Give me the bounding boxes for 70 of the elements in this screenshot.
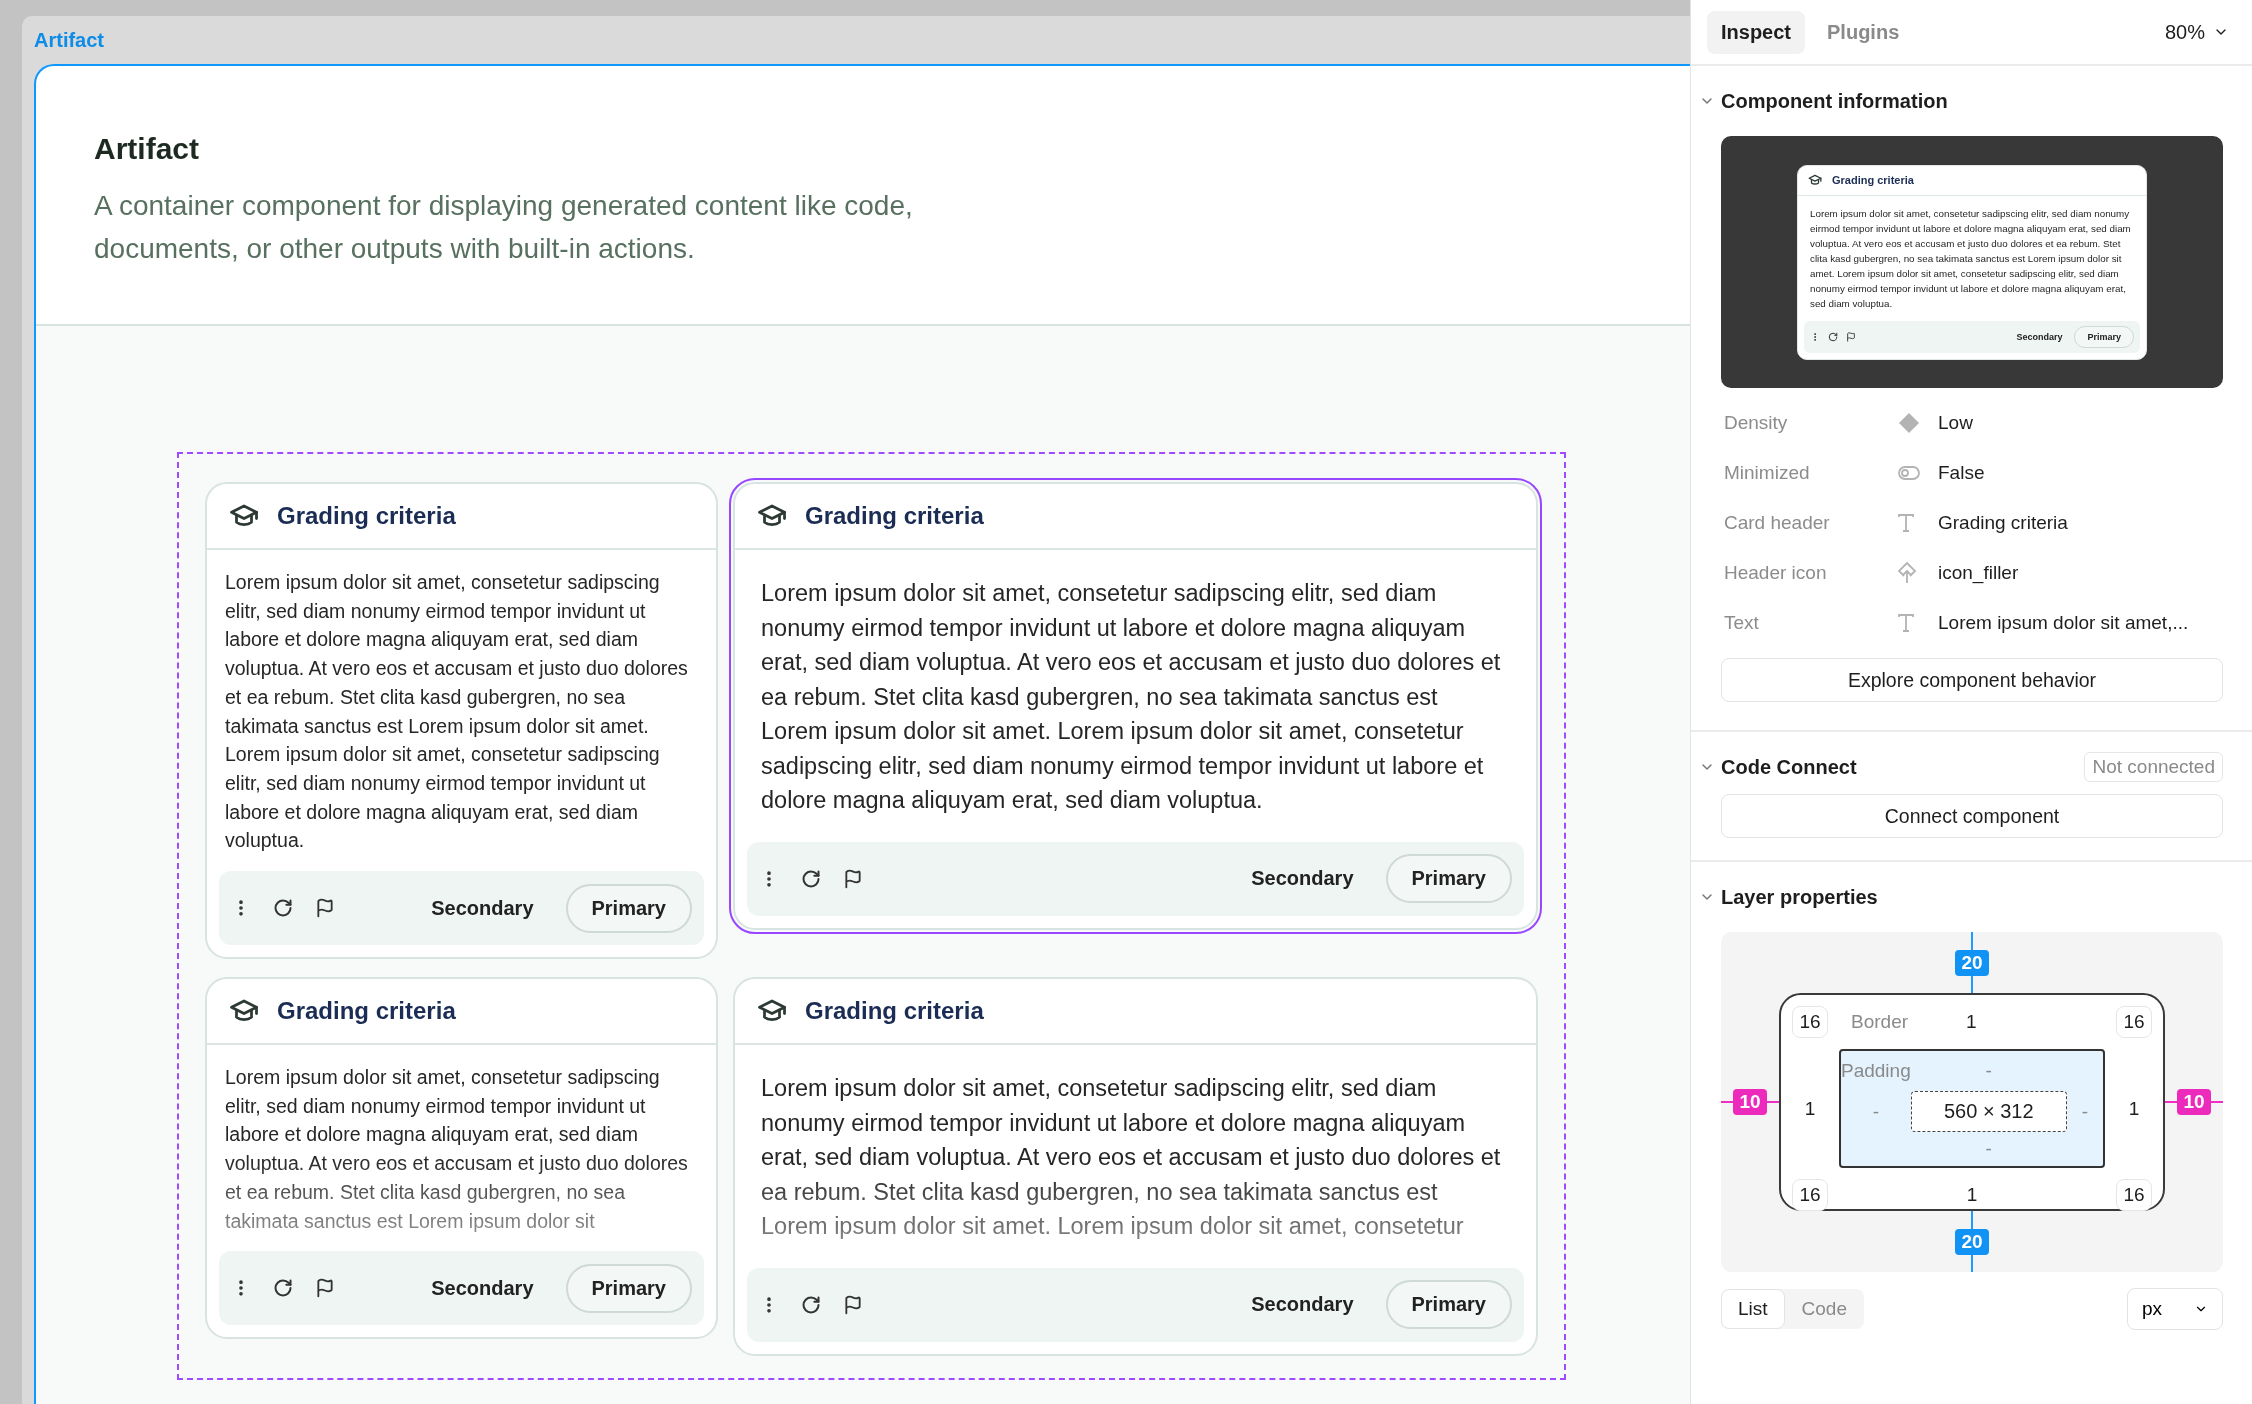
card-text: Lorem ipsum dolor sit amet, consetetur sadipscing elitr, sed diam nonumy eirmod tempor invidunt ut labore et dolore magna aliquyam erat, sed diam voluptua. At vero eos et accusam et justo duo dolores et ea rebum. Stet clita kasd gubergren, no sea takimata sanctus est Lorem ipsum dolor sit amet. Lorem ipsum dolor sit amet, consetetur sadipscing elitr, sed diam nonumy eirmod tempor invidunt ut labore et dolore magna aliquyam erat, sed diam voluptua. [760, 579, 1502, 815]
secondary-button[interactable]: Secondary [1241, 867, 1364, 890]
property-label: Minimized [1724, 462, 1811, 484]
size-value[interactable]: 560 × 312 [1910, 1091, 2067, 1132]
property-value[interactable]: Grading criteria [1938, 512, 2068, 534]
property-label: Text [1724, 612, 1760, 634]
flag-icon[interactable] [315, 898, 335, 919]
view-toggle[interactable]: List [1721, 1289, 1785, 1329]
card-text: Lorem ipsum dolor sit amet, consetetur sadipscing elitr, sed diam nonumy eirmod tempor invidunt ut labore et dolore magna aliquyam erat, sed diam voluptua. At vero eos et accusam et justo duo dolores et ea rebum. Stet clita kasd gubergren, no sea takimata sanctus est Lorem ipsum dolor sit amet. Lorem ipsum dolor sit amet, consetetur [760, 1074, 1502, 1242]
card-title: Grading criteria [277, 502, 456, 530]
text-icon [1898, 614, 1914, 632]
border-value[interactable]: 1 [1804, 1097, 1816, 1120]
property-value[interactable]: Low [1938, 412, 1973, 434]
card-title: Grading criteria [805, 997, 984, 1026]
page-title: Artifact [94, 132, 200, 166]
zoom-select[interactable]: 80% [2156, 20, 2237, 44]
status-badge: Not connected [2084, 752, 2223, 782]
card-title: Grading criteria [805, 502, 984, 530]
connect-button[interactable]: Connect component [1721, 794, 2223, 838]
radius-value[interactable]: 16 [2116, 1006, 2152, 1038]
radius-value[interactable]: 16 [2116, 1179, 2152, 1211]
primary-button[interactable]: Primary [1385, 854, 1512, 903]
border-value[interactable]: 1 [1966, 1011, 1977, 1033]
border-label: Border [1851, 1011, 1909, 1033]
refresh-icon[interactable] [801, 868, 821, 889]
property-label: Density [1724, 412, 1789, 434]
secondary-button[interactable]: Secondary [421, 1276, 544, 1300]
page-description: A container component for displaying generated content like code, documents, or other outputs with built-in actions. [94, 189, 914, 266]
refresh-icon[interactable] [273, 898, 293, 919]
flag-icon[interactable] [1846, 331, 1856, 342]
primary-button[interactable]: Primary [1385, 1280, 1512, 1330]
flag-icon[interactable] [315, 1278, 335, 1299]
padding-label: Padding [1841, 1060, 1911, 1082]
property-label: Card header [1724, 512, 1831, 534]
toggle-icon [1898, 466, 1920, 480]
secondary-button[interactable]: Secondary [1241, 1293, 1364, 1317]
panel-tab[interactable]: Inspect [1707, 10, 1806, 54]
text-icon [1898, 514, 1914, 532]
primary-button[interactable]: Primary [565, 883, 692, 933]
primary-button[interactable]: Primary [565, 1263, 692, 1313]
diamond-icon [1898, 412, 1920, 434]
secondary-button[interactable]: Secondary [2012, 331, 2067, 342]
radius-value[interactable]: 16 [1792, 1179, 1828, 1211]
border-value[interactable]: 1 [1966, 1184, 1978, 1206]
radius-value[interactable]: 16 [1792, 1006, 1828, 1038]
primary-button[interactable]: Primary [2074, 325, 2134, 348]
refresh-icon[interactable] [1828, 331, 1838, 342]
flag-icon[interactable] [843, 868, 863, 889]
section-title: Code Connect [1721, 755, 1857, 779]
property-label: Header icon [1724, 562, 1828, 584]
section-title: Component information [1721, 89, 1948, 113]
card-title: Grading criteria [277, 997, 456, 1026]
property-value[interactable]: False [1938, 462, 1985, 484]
border-value[interactable]: 1 [2128, 1097, 2140, 1120]
card-title: Grading criteria [1832, 174, 1914, 186]
unit-select[interactable]: px [2127, 1288, 2223, 1330]
property-value[interactable]: icon_filler [1938, 562, 2019, 584]
section-title: Layer properties [1721, 885, 1878, 909]
refresh-icon[interactable] [801, 1294, 821, 1315]
explore-button[interactable]: Explore component behavior [1721, 658, 2223, 702]
card-text: Lorem ipsum dolor sit amet, consetetur sadipscing elitr, sed diam nonumy eirmod tempor invidunt ut labore et dolore magna aliquyam erat, sed diam voluptua. At vero eos et accusam et justo duo dolores et ea rebum. Stet clita kasd gubergren, no sea takimata sanctus est Lorem ipsum dolor sit [224, 1065, 689, 1234]
secondary-button[interactable]: Secondary [421, 896, 544, 920]
card-text: Lorem ipsum dolor sit amet, consetetur sadipscing elitr, sed diam nonumy eirmod tempor invidunt ut labore et dolore magna aliquyam erat, sed diam voluptua. At vero eos et accusam et justo duo dolores et ea rebum. Stet clita kasd gubergren, no sea takimata sanctus est Lorem ipsum dolor sit amet. Lorem ipsum dolor sit amet, consetetur sadipscing elitr, sed diam nonumy eirmod tempor invidunt ut labore et dolore magna aliquyam erat, sed diam voluptua. [1809, 206, 2132, 311]
margin-badge[interactable]: 10 [2177, 1089, 2211, 1115]
flag-icon[interactable] [843, 1294, 863, 1315]
margin-badge[interactable]: 10 [1733, 1089, 1767, 1115]
property-value[interactable]: Lorem ipsum dolor sit amet,... [1938, 612, 2189, 634]
card-text: Lorem ipsum dolor sit amet, consetetur sadipscing elitr, sed diam nonumy eirmod tempor invidunt ut labore et dolore magna aliquyam erat, sed diam voluptua. At vero eos et accusam et justo duo dolores et ea rebum. Stet clita kasd gubergren, no sea takimata sanctus est Lorem ipsum dolor sit amet. Lorem ipsum dolor sit amet, consetetur sadipscing elitr, sed diam nonumy eirmod tempor invidunt ut labore et dolore magna aliquyam erat, sed diam voluptua. [224, 570, 689, 854]
graduation-cap-icon [1808, 173, 1822, 187]
refresh-icon[interactable] [273, 1278, 293, 1299]
